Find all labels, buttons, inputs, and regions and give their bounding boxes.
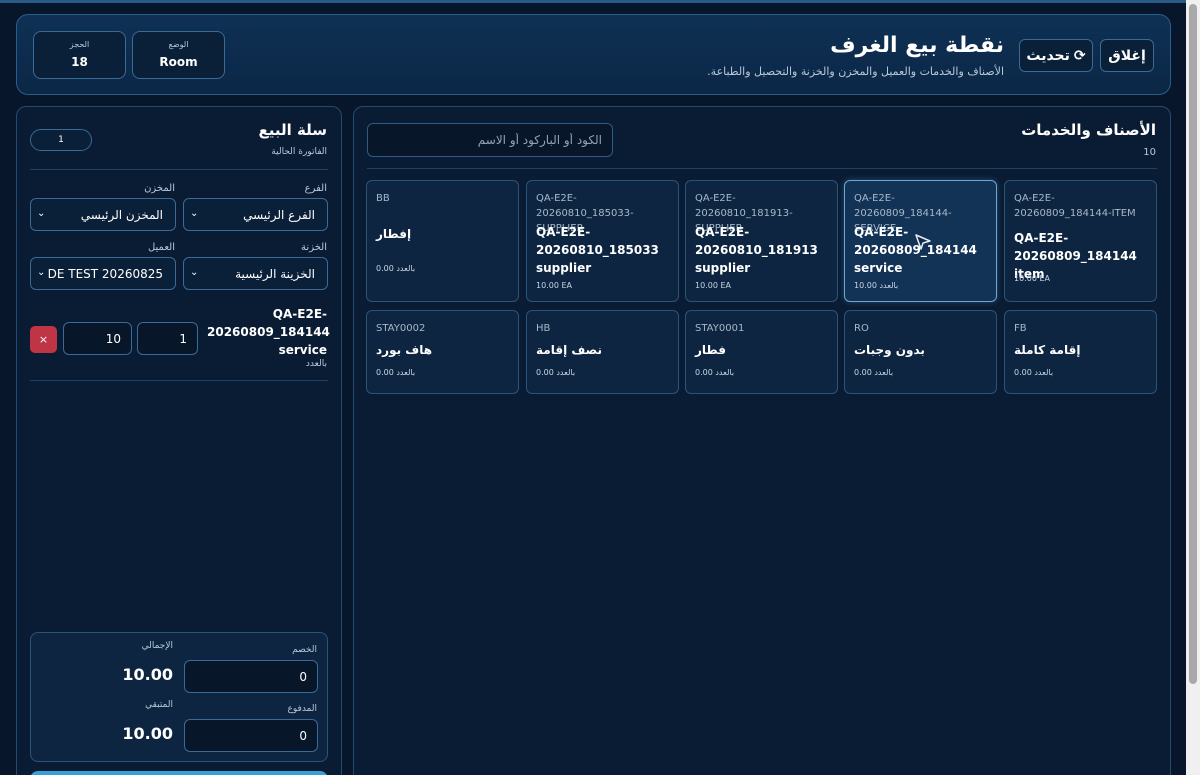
treasury-select[interactable]: الخزينة الرئيسية ⌄ [183,257,328,290]
product-price: 10.00 بالعدد [854,281,899,290]
booking-stat: الحجز 18 [33,31,126,79]
checkout-button[interactable] [30,771,328,775]
total-value: 10.00 [122,665,173,684]
product-price: 10.00 EA [695,281,731,290]
branch-select[interactable]: الفرع الرئيسي ⌄ [183,198,328,231]
cart-line-unit: بالعدد [305,359,327,369]
remove-line-button[interactable]: × [30,326,57,353]
product-price: 10.00 EA [536,281,572,290]
product-code: STAY0001 [695,323,745,334]
product-name: QA-E2E-20260810_181913 supplier [695,225,818,275]
customer-select[interactable]: DE TEST 20260825 ⌄ [30,257,176,290]
product-search-input[interactable] [367,123,613,157]
product-name: إقامة كاملة [1014,343,1081,357]
product-card[interactable]: HB نصف إقامة 0.00 بالعدد [526,310,679,394]
branch-label: الفرع [304,183,327,194]
quantity-input[interactable] [137,322,198,355]
product-card[interactable]: BB إفطار 0.00 بالعدد [366,180,519,302]
booking-label: الحجز [69,40,90,49]
cart-title: سلة البيع [258,121,327,139]
products-title: الأصناف والخدمات [1021,121,1156,139]
warehouse-label: المخزن [144,183,175,194]
divider [30,380,328,381]
cart-panel: سلة البيع الفاتورة الحالية 1 الفرع الفرع… [16,106,342,775]
customer-select-value: DE TEST 20260825 [47,267,163,281]
warehouse-select[interactable]: المخزن الرئيسي ⌄ [30,198,176,231]
invoice-number-badge: 1 [30,129,92,151]
product-code: STAY0002 [376,323,426,334]
mouse-cursor-icon [915,234,931,250]
warehouse-select-value: المخزن الرئيسي [80,208,163,222]
close-label: إغلاق [1108,47,1146,64]
product-card[interactable]: STAY0002 هاف بورد 0.00 بالعدد [366,310,519,394]
cart-subtitle: الفاتورة الحالية [271,147,327,157]
totals-box: الخصم الإجمالي 10.00 المدفوع المتبقي 10.… [30,632,328,762]
product-card[interactable]: QA-E2E-20260810_185033-SUPPLIER QA-E2E-2… [526,180,679,302]
remaining-label: المتبقي [145,700,173,710]
close-button[interactable]: إغلاق [1100,39,1154,72]
scrollbar-thumb[interactable] [1189,4,1197,684]
refresh-button[interactable]: تحديث ⟳ [1019,39,1093,72]
cart-line-name: QA-E2E-20260809_184144 service [207,307,330,357]
product-card[interactable]: RO بدون وجبات 0.00 بالعدد [844,310,997,394]
paid-input[interactable] [184,719,318,752]
product-code: FB [1014,323,1027,334]
product-price: 10.00 EA [1014,274,1050,283]
products-count: 10 [1143,147,1156,158]
divider [30,169,328,170]
price-input[interactable] [63,322,132,355]
branch-select-value: الفرع الرئيسي [243,208,315,222]
product-card[interactable]: QA-E2E-20260810_181913-SUPPLIER QA-E2E-2… [685,180,838,302]
product-price: 0.00 بالعدد [695,368,735,377]
refresh-label: تحديث [1026,47,1070,64]
page-header: إغلاق تحديث ⟳ نقطة بيع الغرف الأصناف وال… [16,14,1171,95]
booking-value: 18 [71,55,88,69]
product-code: HB [536,323,551,334]
chevron-down-icon: ⌄ [190,208,199,219]
chevron-down-icon: ⌄ [190,267,199,278]
status-value: Room [159,55,198,69]
product-price: 0.00 بالعدد [376,368,416,377]
discount-input[interactable] [184,660,318,693]
product-price: 0.00 بالعدد [1014,368,1054,377]
product-price: 0.00 بالعدد [536,368,576,377]
refresh-icon: ⟳ [1073,47,1086,64]
product-price: 0.00 بالعدد [854,368,894,377]
product-code: QA-E2E-20260809_184144-ITEM [1014,193,1136,219]
page-scrollbar[interactable] [1186,0,1200,775]
treasury-select-value: الخزينة الرئيسية [235,267,315,281]
product-name: نصف إقامة [536,343,602,357]
chevron-down-icon: ⌄ [37,208,46,219]
product-card[interactable]: STAY0001 فطار 0.00 بالعدد [685,310,838,394]
customer-label: العميل [147,242,175,253]
products-panel: الأصناف والخدمات 10 QA-E2E-20260809_1841… [353,106,1171,775]
status-stat: الوضع Room [132,31,225,79]
divider [367,168,1157,169]
top-border [0,0,1186,3]
chevron-down-icon: ⌄ [37,267,46,278]
product-name: QA-E2E-20260810_185033 supplier [536,225,659,275]
product-price: 0.00 بالعدد [376,264,416,273]
page-subtitle: الأصناف والخدمات والعميل والمخزن والخزنة… [707,65,1004,78]
treasury-label: الخزنة [301,242,327,253]
product-code: RO [854,323,869,334]
discount-label: الخصم [292,645,317,655]
page-title: نقطة بيع الغرف [830,33,1004,58]
product-name: إفطار [376,227,412,241]
remaining-value: 10.00 [122,724,173,743]
status-label: الوضع [168,40,189,49]
product-card[interactable]: FB إقامة كاملة 0.00 بالعدد [1004,310,1157,394]
product-name: فطار [695,343,726,357]
total-label: الإجمالي [141,641,173,651]
product-card[interactable]: QA-E2E-20260809_184144-ITEM QA-E2E-20260… [1004,180,1157,302]
paid-label: المدفوع [287,704,318,714]
product-code: BB [376,193,390,204]
product-name: هاف بورد [376,343,433,357]
product-name: بدون وجبات [854,343,925,357]
